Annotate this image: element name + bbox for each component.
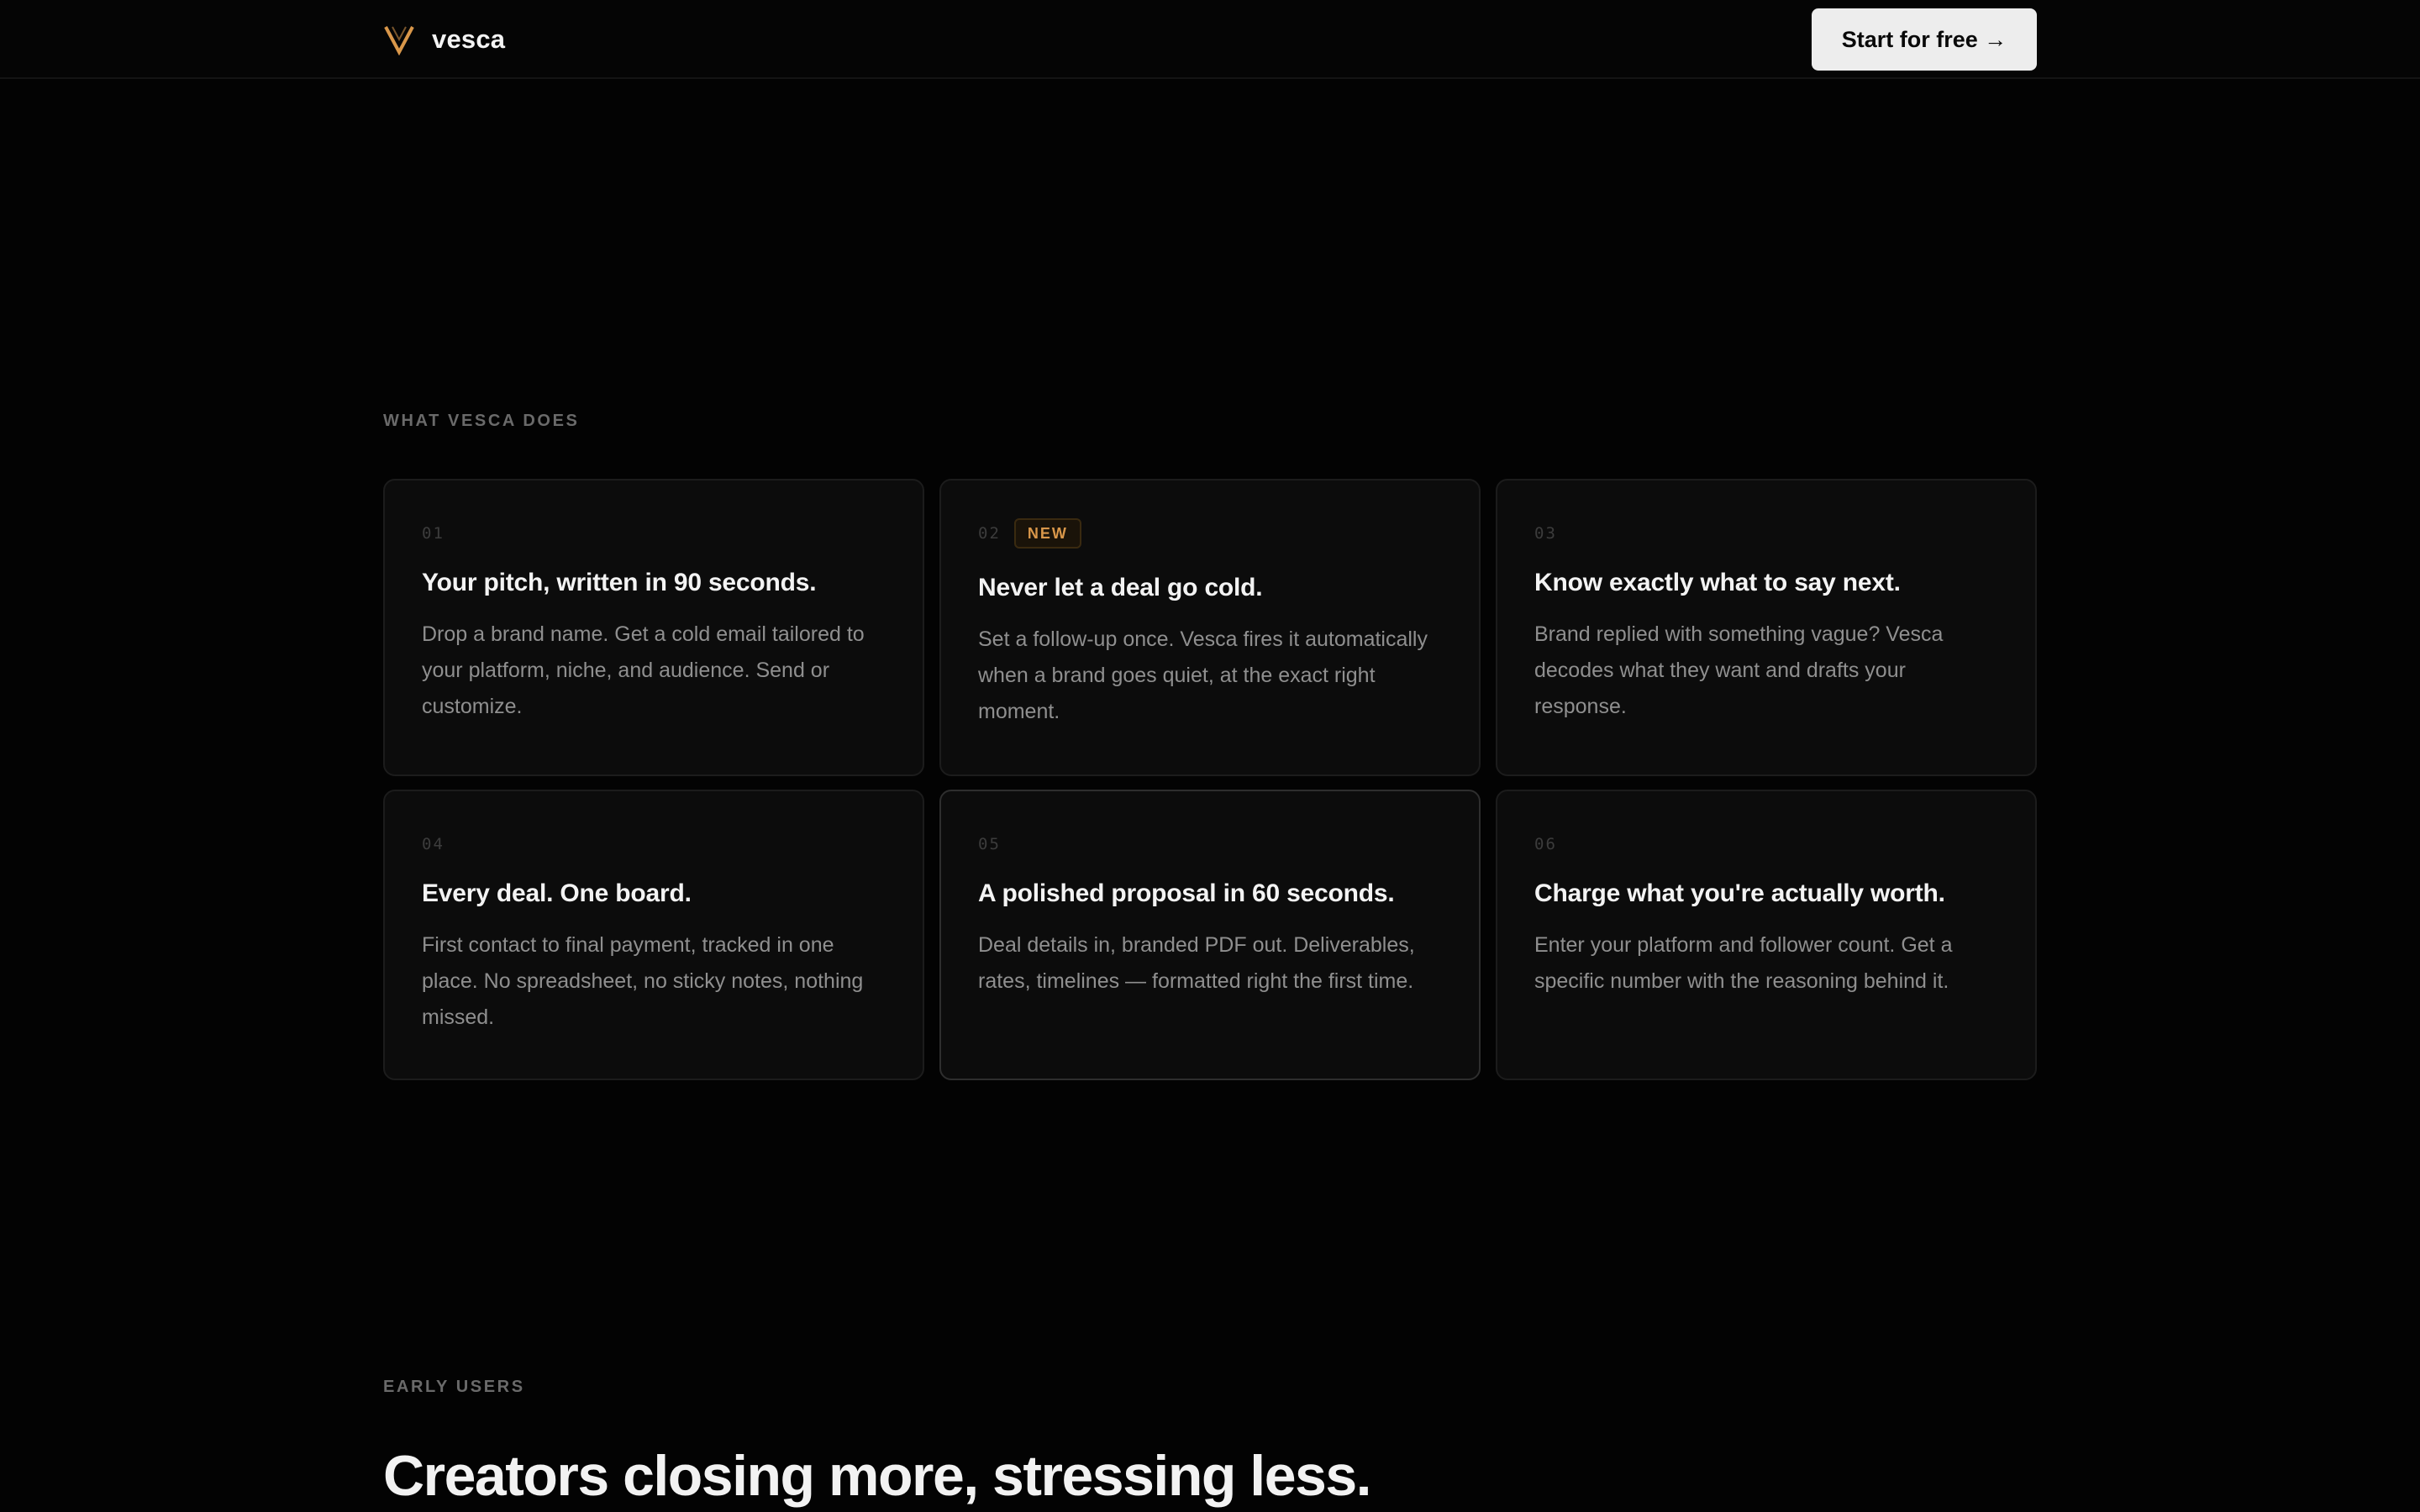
feature-card-proposal: 05 A polished proposal in 60 seconds. De…: [939, 790, 1481, 1080]
start-for-free-button[interactable]: Start for free →: [1812, 8, 2037, 71]
card-title: A polished proposal in 60 seconds.: [978, 879, 1395, 907]
landing-page: vesca Start for free → WHAT VESCA DOES 0…: [0, 0, 2420, 1512]
card-description: Set a follow-up once. Vesca fires it aut…: [978, 627, 1428, 723]
early-users-heading: Creators closing more, stressing less.: [383, 1444, 1372, 1508]
card-number: 05: [978, 835, 1001, 853]
card-meta: 05: [978, 832, 1442, 857]
card-description: Drop a brand name. Get a cold email tail…: [422, 622, 865, 718]
feature-grid: 01 Your pitch, written in 90 seconds. Dr…: [383, 479, 2037, 1080]
feature-card-rate-calculator: 06 Charge what you're actually worth. En…: [1496, 790, 2037, 1080]
card-meta: 01: [422, 521, 886, 546]
top-navigation: vesca Start for free →: [0, 0, 2420, 79]
feature-card-pitch: 01 Your pitch, written in 90 seconds. Dr…: [383, 479, 924, 776]
features-section-label: WHAT VESCA DOES: [383, 412, 580, 430]
card-number: 06: [1534, 835, 1557, 853]
feature-card-follow-up: 02 NEW Never let a deal go cold. Set a f…: [939, 479, 1481, 776]
card-meta: 04: [422, 832, 886, 857]
card-title: Never let a deal go cold.: [978, 574, 1263, 601]
feature-card-reply-decoder: 03 Know exactly what to say next. Brand …: [1496, 479, 2037, 776]
card-description: Deal details in, branded PDF out. Delive…: [978, 933, 1415, 993]
card-title: Know exactly what to say next.: [1534, 569, 1901, 596]
card-description: First contact to final payment, tracked …: [422, 933, 864, 1029]
early-users-section-label: EARLY USERS: [383, 1378, 525, 1396]
card-title: Charge what you're actually worth.: [1534, 879, 1945, 907]
card-number: 04: [422, 835, 445, 853]
card-number: 02: [978, 524, 1001, 543]
card-meta: 03: [1534, 521, 1998, 546]
card-title: Your pitch, written in 90 seconds.: [422, 569, 817, 596]
card-title: Every deal. One board.: [422, 879, 692, 907]
card-description: Brand replied with something vague? Vesc…: [1534, 622, 1944, 718]
feature-card-deal-board: 04 Every deal. One board. First contact …: [383, 790, 924, 1080]
brand-name: vesca: [432, 24, 506, 54]
new-badge: NEW: [1013, 518, 1081, 549]
brand-home-link[interactable]: vesca: [383, 20, 505, 59]
card-meta: 02 NEW: [978, 518, 1442, 549]
v-chevron-logo-icon: [384, 26, 414, 55]
card-description: Enter your platform and follower count. …: [1534, 933, 1953, 993]
card-meta: 06: [1534, 832, 1998, 857]
card-number: 03: [1534, 524, 1557, 543]
card-number: 01: [422, 524, 445, 543]
